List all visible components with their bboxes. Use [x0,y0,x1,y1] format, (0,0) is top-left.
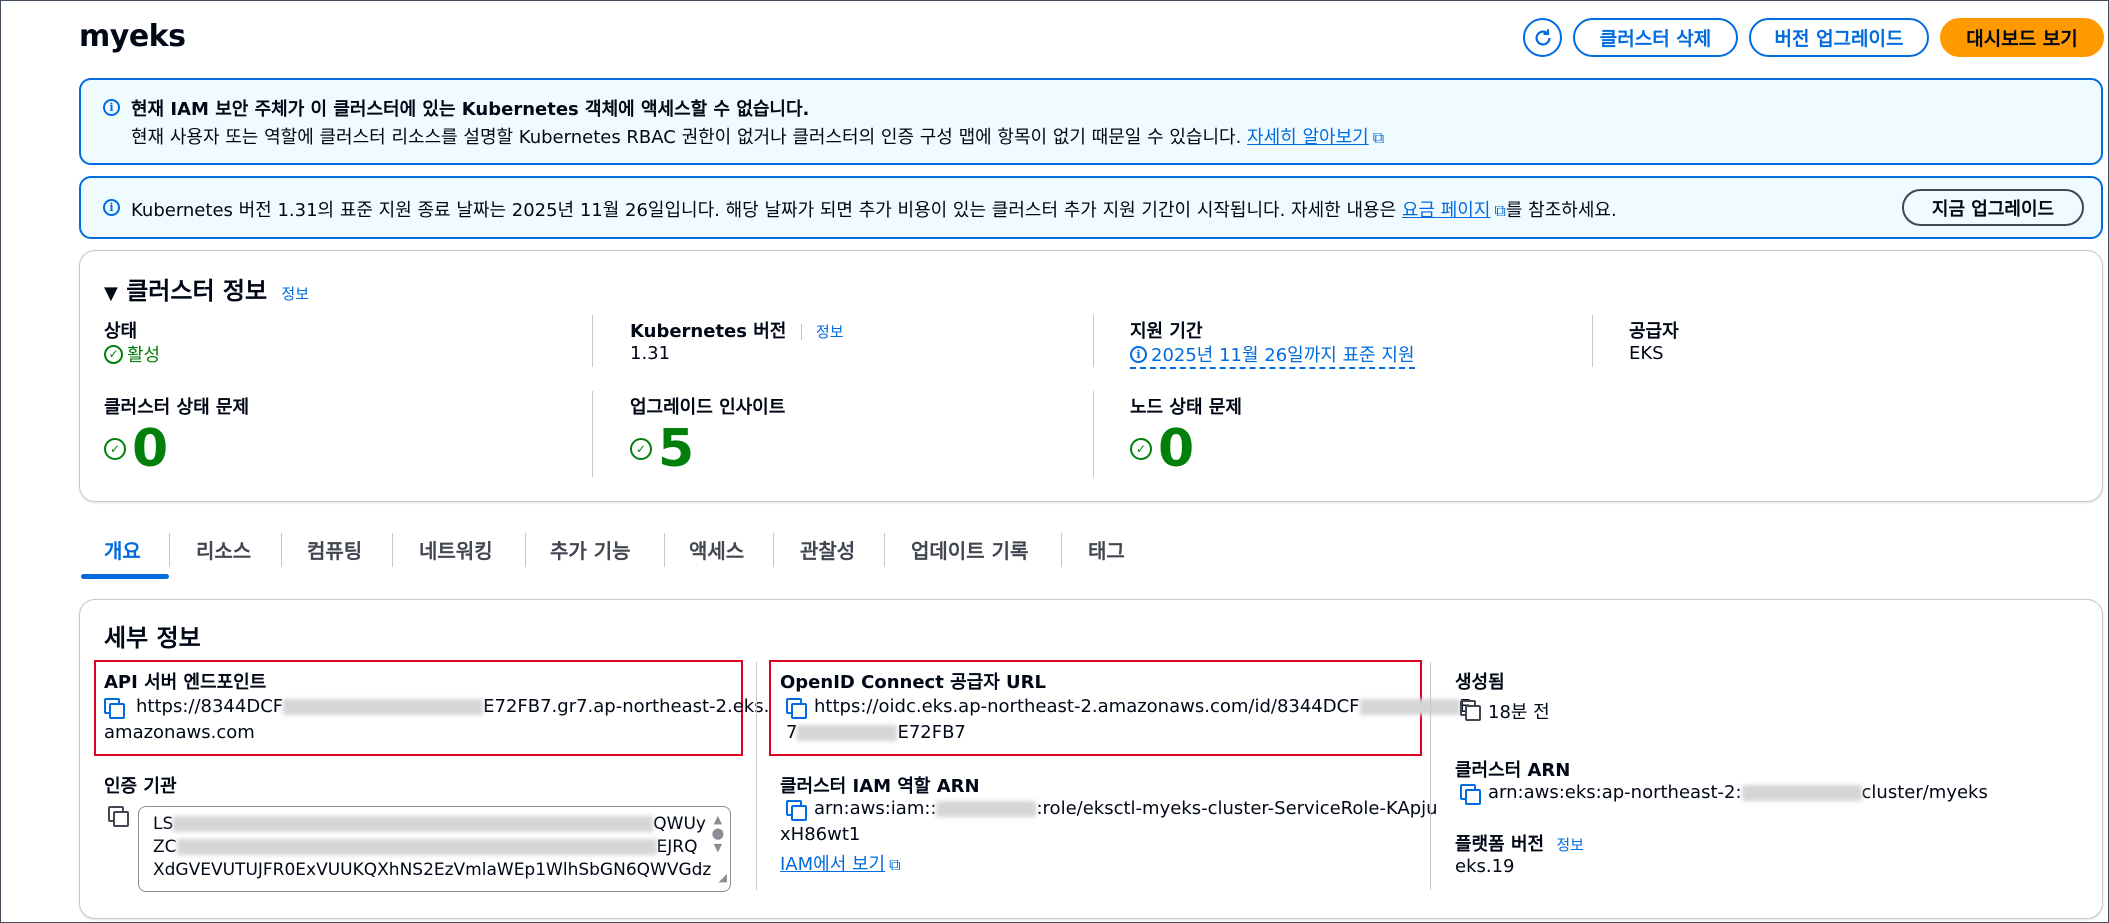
cluster-info-toggle[interactable]: ▼ 클러스터 정보 정보 [104,271,309,306]
node-health-label: 노드 상태 문제 [1130,397,1242,418]
api-endpoint-label: API 서버 엔드포인트 [104,672,267,693]
copy-icon[interactable] [104,698,125,719]
upgrade-insights-label: 업그레이드 인사이트 [630,397,786,418]
delete-cluster-button[interactable]: 클러스터 삭제 [1573,18,1738,57]
tab-addons[interactable]: 추가 기능 [550,535,631,564]
platform-version-label: 플랫폼 버전 정보 [1455,834,1584,855]
tab-access[interactable]: 액세스 [689,535,744,564]
cluster-info-link[interactable]: 정보 [281,285,309,303]
caret-down-icon: ▼ [104,283,118,304]
node-health-value[interactable]: ✓ 0 [1130,423,1194,475]
details-title: 세부 정보 [104,624,201,652]
upgrade-insights-value[interactable]: ✓ 5 [630,423,694,475]
upgrade-now-button[interactable]: 지금 업그레이드 [1902,189,2084,226]
support-period-label: 지원 기간 [1130,321,1203,342]
cluster-info-panel: ▼ 클러스터 정보 정보 상태 ✓ 활성 Kubernetes 버전 정보 1.… [79,250,2103,502]
tab-resources[interactable]: 리소스 [196,535,251,564]
view-dashboard-button[interactable]: 대시보드 보기 [1940,18,2104,57]
iam-access-alert: i 현재 IAM 보안 주체가 이 클러스터에 있는 Kubernetes 객체… [79,78,2103,165]
status-value: ✓ 활성 [104,341,160,367]
scrollbar[interactable]: ▲ ⬤ ▼ [712,813,724,855]
tab-overview[interactable]: 개요 [104,535,141,564]
view-in-iam-link-wrap[interactable]: IAM에서 보기 ⧉ [780,850,901,876]
cluster-iam-role-value-line2: xH86wt1 [780,824,861,845]
refresh-icon [1535,28,1551,45]
clock-icon [1460,700,1481,721]
tab-networking[interactable]: 네트워킹 [419,535,493,564]
k8s-version-label: Kubernetes 버전 정보 [630,321,844,342]
version-alert-text: Kubernetes 버전 1.31의 표준 지원 종료 날짜는 2025년 1… [131,200,1617,221]
pricing-page-link[interactable]: 요금 페이지 [1402,200,1491,221]
copy-icon[interactable] [786,698,807,719]
check-circle-icon: ✓ [104,438,126,460]
support-period-value[interactable]: i 2025년 11월 26일까지 표준 지원 [1130,341,1415,369]
info-icon: i [1130,345,1147,363]
view-in-iam-link[interactable]: IAM에서 보기 [780,854,885,875]
upgrade-version-button[interactable]: 버전 업그레이드 [1749,18,1929,57]
alert-body: 현재 사용자 또는 역할에 클러스터 리소스를 설명할 Kubernetes R… [131,127,1385,148]
tab-compute[interactable]: 컴퓨팅 [307,535,362,564]
cluster-iam-role-value: arn:aws:iam:::role/eksctl-myeks-cluster-… [814,798,1438,819]
cluster-health-value[interactable]: ✓ 0 [104,423,168,475]
info-icon: i [103,99,120,116]
provider-label: 공급자 [1629,321,1679,342]
created-value: 18분 전 [1488,702,1550,723]
details-panel: 세부 정보 API 서버 엔드포인트 https://8344DCF E72FB7… [79,599,2103,919]
external-link-icon: ⧉ [1494,201,1506,220]
copy-icon[interactable] [786,800,807,821]
api-endpoint-value: https://8344DCF E72FB7.gr7.ap-northeast-2… [136,696,770,717]
page-title: myeks [79,19,186,54]
copy-icon[interactable] [108,806,129,827]
provider-value: EKS [1629,343,1664,364]
active-tab-indicator [81,574,169,579]
alert-title: 현재 IAM 보안 주체가 이 클러스터에 있는 Kubernetes 객체에 … [131,99,810,120]
learn-more-link[interactable]: 자세히 알아보기 [1247,127,1369,148]
oidc-url-label: OpenID Connect 공급자 URL [780,672,1046,693]
created-label: 생성됨 [1455,672,1505,693]
oidc-url-value: https://oidc.eks.ap-northeast-2.amazonaw… [814,696,1471,717]
cluster-health-label: 클러스터 상태 문제 [104,397,250,418]
redacted-text [283,699,484,715]
tab-update-history[interactable]: 업데이트 기록 [911,535,1028,564]
tab-tags[interactable]: 태그 [1088,535,1125,564]
external-link-icon: ⧉ [1372,128,1385,147]
tab-observability[interactable]: 관찰성 [800,535,855,564]
external-link-icon: ⧉ [889,855,901,874]
copy-icon[interactable] [1460,784,1481,805]
oidc-url-value-line2: 7 E72FB7 [786,722,966,743]
cluster-iam-role-label: 클러스터 IAM 역할 ARN [780,776,980,797]
status-label: 상태 [104,321,138,342]
certificate-authority-textarea[interactable]: LS QWUy ZC EJRQ XdGVEVUTUJFR0ExVUUKQXhNS2E… [138,806,731,892]
check-circle-icon: ✓ [1130,438,1152,460]
check-circle-icon: ✓ [630,438,652,460]
cluster-arn-value: arn:aws:eks:ap-northeast-2: cluster/myeks [1488,782,1988,803]
k8s-version-value: 1.31 [630,343,671,364]
resize-handle-icon[interactable]: ◢ [719,866,727,889]
k8s-version-info-link[interactable]: 정보 [816,323,844,341]
cluster-arn-label: 클러스터 ARN [1455,760,1571,781]
api-endpoint-value-line2: amazonaws.com [104,722,255,743]
refresh-button[interactable] [1523,18,1562,57]
certificate-authority-label: 인증 기관 [104,776,177,797]
version-alert: i Kubernetes 버전 1.31의 표준 지원 종료 날짜는 2025년… [79,176,2103,239]
info-icon: i [103,199,120,216]
check-circle-icon: ✓ [104,344,123,364]
platform-version-value: eks.19 [1455,856,1515,877]
platform-version-info-link[interactable]: 정보 [1556,836,1584,854]
